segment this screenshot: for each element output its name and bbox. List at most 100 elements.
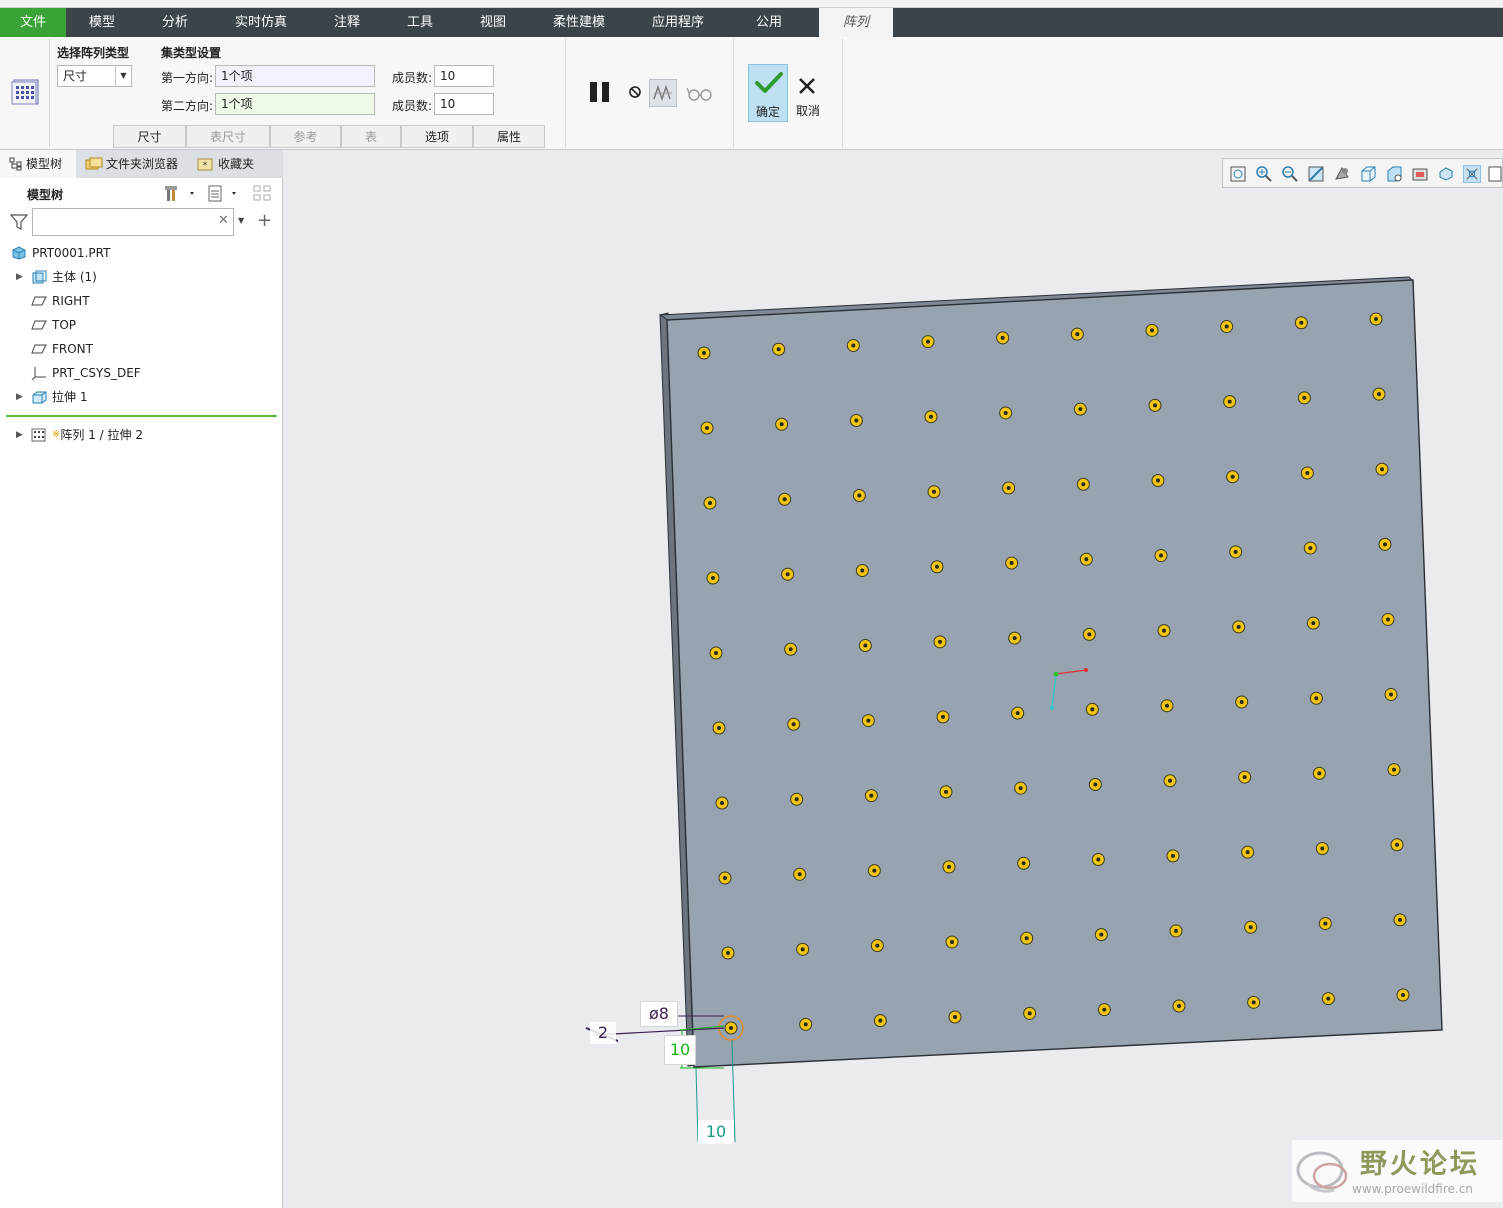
pattern-hole[interactable] — [712, 721, 726, 735]
pattern-hole[interactable] — [1226, 470, 1240, 484]
tree-item-front-plane[interactable]: FRONT — [0, 338, 283, 360]
tree-filter-toggle[interactable] — [252, 184, 274, 204]
pattern-hole[interactable] — [718, 871, 732, 885]
pattern-hole[interactable] — [1005, 556, 1019, 570]
tab-options[interactable]: 选项 — [401, 125, 473, 148]
view-manager-icon[interactable] — [1385, 165, 1403, 183]
pattern-hole[interactable] — [1082, 627, 1096, 641]
pattern-hole[interactable] — [948, 1010, 962, 1024]
members1-input[interactable]: 10 — [434, 65, 494, 87]
tree-item-part[interactable]: PRT0001.PRT — [0, 242, 283, 264]
pattern-hole[interactable] — [924, 410, 938, 424]
pattern-hole[interactable] — [1297, 391, 1311, 405]
menu-analysis[interactable]: 分析 — [147, 8, 203, 37]
horizontal-spacing-dimension[interactable]: 10 — [698, 1120, 734, 1144]
pattern-hole[interactable] — [1235, 695, 1249, 709]
direction1-collector[interactable]: 1个项 — [215, 65, 375, 87]
pattern-hole[interactable] — [1396, 988, 1410, 1002]
pattern-hole[interactable] — [715, 796, 729, 810]
pattern-hole[interactable] — [1023, 1006, 1037, 1020]
tab-folder-browser[interactable]: 文件夹浏览器 — [80, 150, 188, 178]
menu-tools[interactable]: 工具 — [392, 8, 448, 37]
pattern-hole[interactable] — [1315, 841, 1329, 855]
pattern-hole[interactable] — [1390, 838, 1404, 852]
menu-flexible-modeling[interactable]: 柔性建模 — [542, 8, 616, 37]
offset-dimension[interactable]: 2 — [590, 1022, 616, 1044]
datum-display-icon[interactable] — [1463, 165, 1481, 183]
pattern-hole[interactable] — [1014, 781, 1028, 795]
vertical-spacing-dimension[interactable]: 10 — [664, 1035, 696, 1065]
pattern-hole[interactable] — [936, 710, 950, 724]
chevron-down-icon[interactable]: ▼ — [115, 66, 131, 86]
menu-common[interactable]: 公用 — [741, 8, 797, 37]
pattern-hole[interactable] — [796, 942, 810, 956]
clear-search-icon[interactable]: ✕ — [218, 213, 229, 228]
filter-icon[interactable] — [9, 214, 29, 233]
menu-view[interactable]: 视图 — [465, 8, 521, 37]
menu-live-simulation[interactable]: 实时仿真 — [224, 8, 298, 37]
no-preview-icon[interactable] — [625, 82, 645, 102]
pattern-hole[interactable] — [697, 346, 711, 360]
direction2-collector[interactable]: 1个项 — [215, 93, 375, 115]
pattern-hole[interactable] — [1223, 395, 1237, 409]
pattern-hole[interactable] — [861, 714, 875, 728]
pattern-hole[interactable] — [1008, 631, 1022, 645]
diameter-dimension[interactable]: ø8 — [640, 1001, 678, 1027]
pattern-hole[interactable] — [1294, 316, 1308, 330]
insert-here-marker[interactable] — [6, 415, 277, 417]
pattern-hole[interactable] — [1160, 699, 1174, 713]
pause-icon[interactable] — [586, 79, 614, 105]
pattern-hole[interactable] — [1384, 688, 1398, 702]
pattern-hole[interactable] — [1088, 777, 1102, 791]
pattern-hole[interactable] — [855, 564, 869, 578]
graphics-viewport[interactable]: ø8 2 10 10 — [284, 150, 1503, 1208]
pattern-hole[interactable] — [700, 421, 714, 435]
model-scene[interactable] — [284, 150, 1503, 1208]
pattern-hole[interactable] — [706, 571, 720, 585]
ok-button[interactable]: 确定 — [748, 64, 788, 122]
pattern-hole[interactable] — [996, 331, 1010, 345]
saved-orientations-icon[interactable] — [1359, 165, 1377, 183]
chevron-down-icon[interactable]: ▼ — [238, 216, 244, 225]
pattern-hole[interactable] — [1157, 624, 1171, 638]
pattern-hole[interactable] — [724, 1021, 738, 1035]
members2-input[interactable]: 10 — [434, 93, 494, 115]
pattern-hole[interactable] — [864, 789, 878, 803]
pattern-hole[interactable] — [849, 413, 863, 427]
pattern-hole[interactable] — [873, 1014, 887, 1028]
cancel-button[interactable]: 取消 — [790, 64, 826, 122]
pattern-hole[interactable] — [1002, 481, 1016, 495]
pattern-hole[interactable] — [1145, 323, 1159, 337]
pattern-hole[interactable] — [1393, 913, 1407, 927]
pattern-hole[interactable] — [1306, 616, 1320, 630]
perspective-icon[interactable] — [1411, 165, 1429, 183]
pattern-hole[interactable] — [787, 717, 801, 731]
refit-icon[interactable] — [1229, 165, 1247, 183]
pattern-hole[interactable] — [793, 867, 807, 881]
expand-arrow-icon[interactable]: ▶ — [16, 424, 26, 446]
glasses-icon[interactable] — [685, 81, 715, 105]
pattern-hole[interactable] — [945, 935, 959, 949]
pattern-hole[interactable] — [1309, 691, 1323, 705]
pattern-hole[interactable] — [1300, 466, 1314, 480]
pattern-hole[interactable] — [1303, 541, 1317, 555]
menu-file[interactable]: 文件 — [0, 8, 66, 37]
pattern-hole[interactable] — [1247, 995, 1261, 1009]
tab-tables[interactable]: 表 — [341, 125, 401, 148]
pattern-hole[interactable] — [775, 417, 789, 431]
geometry-preview-icon[interactable] — [649, 79, 677, 107]
tab-table-dimensions[interactable]: 表尺寸 — [186, 125, 270, 148]
pattern-hole[interactable] — [927, 485, 941, 499]
tree-item-body[interactable]: ▶ 主体 (1) — [0, 266, 283, 288]
menu-annotate[interactable]: 注释 — [319, 8, 375, 37]
pattern-hole[interactable] — [933, 635, 947, 649]
pattern-hole[interactable] — [1169, 924, 1183, 938]
tree-item-csys[interactable]: PRT_CSYS_DEF — [0, 362, 283, 384]
pattern-hole[interactable] — [1166, 849, 1180, 863]
pattern-hole[interactable] — [1321, 992, 1335, 1006]
pattern-hole[interactable] — [1097, 1003, 1111, 1017]
pattern-hole[interactable] — [867, 864, 881, 878]
pattern-hole[interactable] — [1220, 320, 1234, 334]
pattern-hole[interactable] — [1085, 702, 1099, 716]
pattern-hole[interactable] — [1079, 552, 1093, 566]
